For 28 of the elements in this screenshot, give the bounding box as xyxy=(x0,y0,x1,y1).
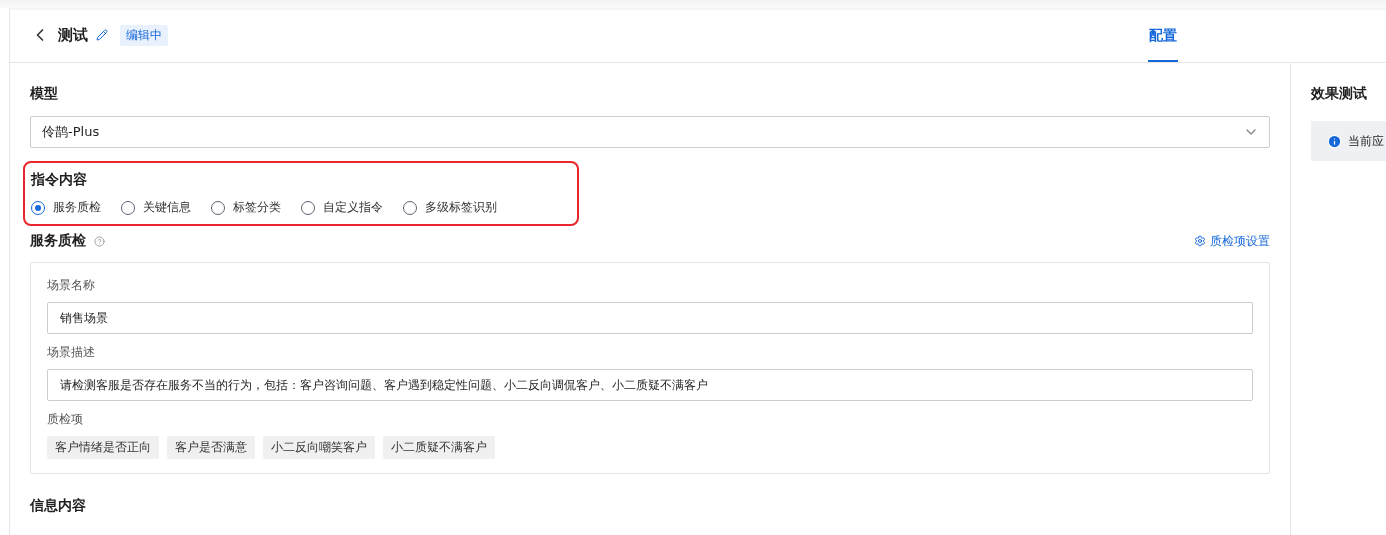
page-title: 测试 xyxy=(58,25,88,45)
section-title: 信息内容 xyxy=(30,497,87,515)
field-label: 模型 xyxy=(30,85,59,103)
section-title: 服务质检 xyxy=(30,232,86,250)
settings-link[interactable]: 质检项设置 xyxy=(1194,232,1270,250)
field-label: 场景描述 xyxy=(47,344,96,361)
scene-name-field[interactable]: 销售场景 xyxy=(47,302,1253,334)
status-badge: 编辑中 xyxy=(120,24,168,46)
model-select[interactable]: 伶鹊-Plus xyxy=(30,116,1270,148)
notice-text: 当前应 xyxy=(1348,132,1384,150)
config-tab[interactable]: 配置 xyxy=(1148,8,1178,62)
radio-option[interactable]: 服务质检 xyxy=(31,199,101,216)
radio-option[interactable]: 自定义指令 xyxy=(301,199,383,216)
field-label: 指令内容 xyxy=(31,171,88,189)
field-label: 场景名称 xyxy=(47,277,96,294)
radio-option[interactable]: 关键信息 xyxy=(121,199,191,216)
radio-option[interactable]: 标签分类 xyxy=(211,199,281,216)
check-item-tag: 客户情绪是否正向 xyxy=(47,436,159,459)
edit-icon[interactable] xyxy=(96,29,108,41)
field-label: 质检项 xyxy=(47,411,84,428)
info-icon xyxy=(1327,133,1342,149)
check-item-tag: 小二反向嘲笑客户 xyxy=(263,436,375,459)
check-item-tag: 客户是否满意 xyxy=(167,436,255,459)
radio-option[interactable]: 多级标签识别 xyxy=(403,199,497,216)
settings-icon xyxy=(1194,235,1206,247)
check-item-tag: 小二质疑不满客户 xyxy=(383,436,495,459)
panel-title: 效果测试 xyxy=(1311,85,1368,103)
scene-description-field[interactable]: 请检测客服是否存在服务不当的行为，包括：客户咨询问题、客户遇到稳定性问题、小二反向调侃客户、小二质疑不满客户 xyxy=(47,369,1253,401)
